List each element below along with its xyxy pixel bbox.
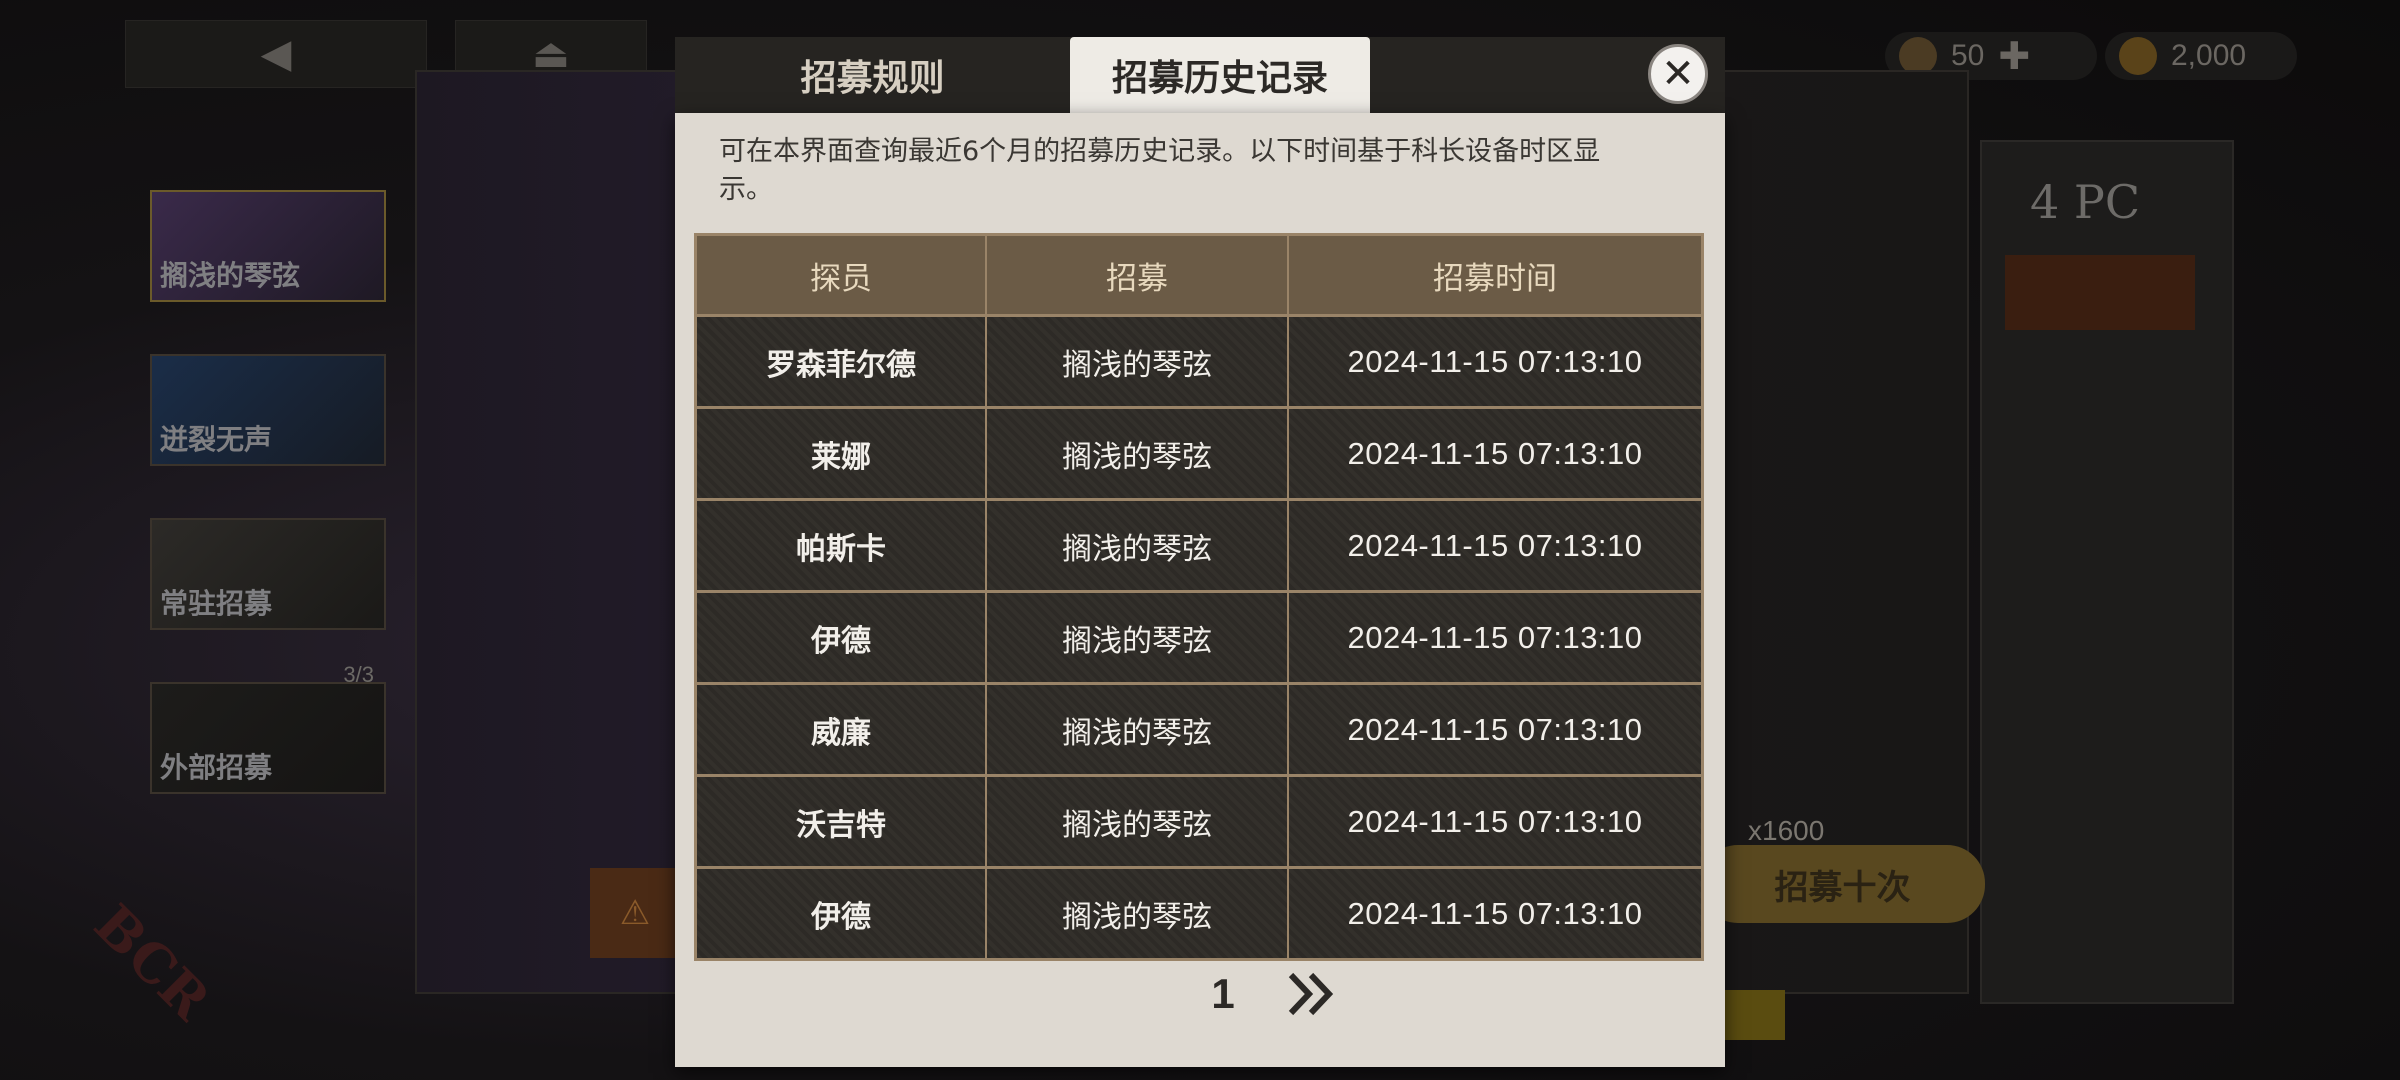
banner-label: 外部招募 bbox=[160, 751, 273, 784]
cell-agent: 伊德 bbox=[697, 593, 987, 682]
banner-label: 迸裂无声 bbox=[160, 423, 273, 456]
pagination: 1 bbox=[675, 961, 1725, 1027]
cell-agent: 伊德 bbox=[697, 869, 987, 958]
pull-ten-button[interactable]: 招募十次 bbox=[1700, 845, 1985, 923]
cell-agent: 罗森菲尔德 bbox=[697, 317, 987, 406]
tab-recruit-rules[interactable]: 招募规则 bbox=[675, 37, 1070, 113]
back-arrow-icon: ◀ bbox=[260, 31, 292, 77]
cell-pool: 搁浅的琴弦 bbox=[987, 685, 1289, 774]
cell-agent: 沃吉特 bbox=[697, 777, 987, 866]
cell-time: 2024-11-15 07:13:10 bbox=[1347, 895, 1643, 931]
tab-bar: 招募规则 招募历史记录 ✕ bbox=[675, 37, 1725, 113]
banner-item-standard[interactable]: 常驻招募 bbox=[150, 518, 386, 630]
table-header: 探员 招募 招募时间 bbox=[697, 236, 1701, 317]
banner-label: 常驻招募 bbox=[160, 587, 273, 620]
currency-amount: 2,000 bbox=[2171, 39, 2247, 72]
double-chevron-right-icon bbox=[1288, 972, 1334, 1016]
history-panel: 可在本界面查询最近6个月的招募历史记录。以下时间基于科长设备时区显示。 探员 招… bbox=[675, 113, 1725, 1067]
banner-label: 搁浅的琴弦 bbox=[160, 259, 301, 292]
table-row: 罗森菲尔德 搁浅的琴弦 2024-11-15 07:13:10 bbox=[697, 317, 1701, 409]
table-row: 莱娜 搁浅的琴弦 2024-11-15 07:13:10 bbox=[697, 409, 1701, 501]
cell-agent: 莱娜 bbox=[697, 409, 987, 498]
history-table: 探员 招募 招募时间 罗森菲尔德 搁浅的琴弦 2024-11-15 07:13:… bbox=[694, 233, 1704, 961]
cell-time: 2024-11-15 07:13:10 bbox=[1347, 803, 1643, 839]
cell-time: 2024-11-15 07:13:10 bbox=[1347, 343, 1643, 379]
close-button[interactable]: ✕ bbox=[1648, 44, 1708, 104]
table-row: 伊德 搁浅的琴弦 2024-11-15 07:13:10 bbox=[697, 593, 1701, 685]
yellow-sticker bbox=[1725, 990, 1785, 1040]
cell-pool: 搁浅的琴弦 bbox=[987, 869, 1289, 958]
banner-count: 3/3 bbox=[343, 662, 374, 687]
cell-agent: 威廉 bbox=[697, 685, 987, 774]
add-currency-button[interactable]: ✚ bbox=[1998, 34, 2030, 79]
warning-icon: ⚠ bbox=[590, 868, 680, 958]
currency-gold: 2,000 bbox=[2105, 32, 2297, 80]
barcode-tag bbox=[2005, 255, 2195, 330]
table-row: 沃吉特 搁浅的琴弦 2024-11-15 07:13:10 bbox=[697, 777, 1701, 869]
header-recruit: 招募 bbox=[987, 236, 1289, 314]
back-button[interactable]: ◀ bbox=[125, 20, 427, 88]
pull-cost: x1600 bbox=[1748, 815, 1825, 846]
cell-pool: 搁浅的琴弦 bbox=[987, 409, 1289, 498]
banner-item-silent-burst[interactable]: 迸裂无声 bbox=[150, 354, 386, 466]
cell-time: 2024-11-15 07:13:10 bbox=[1347, 619, 1643, 655]
banner-item-external[interactable]: 3/3 外部招募 bbox=[150, 662, 386, 794]
header-recruit-time: 招募时间 bbox=[1433, 260, 1557, 297]
recruit-history-dialog: 招募规则 招募历史记录 ✕ 可在本界面查询最近6个月的招募历史记录。以下时间基于… bbox=[675, 37, 1725, 1067]
current-page: 1 bbox=[1211, 970, 1235, 1017]
banner-item-stranded-strings[interactable]: 搁浅的琴弦 bbox=[150, 190, 386, 302]
gold-coin-icon bbox=[2119, 37, 2157, 75]
header-agent: 探员 bbox=[697, 236, 987, 314]
table-row: 帕斯卡 搁浅的琴弦 2024-11-15 07:13:10 bbox=[697, 501, 1701, 593]
card-id: 4 PC bbox=[2030, 175, 2141, 229]
close-icon: ✕ bbox=[1661, 51, 1695, 97]
cell-time: 2024-11-15 07:13:10 bbox=[1347, 435, 1643, 471]
cell-pool: 搁浅的琴弦 bbox=[987, 777, 1289, 866]
table-row: 伊德 搁浅的琴弦 2024-11-15 07:13:10 bbox=[697, 869, 1701, 958]
banner-list: 搁浅的琴弦 迸裂无声 常驻招募 3/3 外部招募 bbox=[150, 190, 386, 846]
cell-agent: 帕斯卡 bbox=[697, 501, 987, 590]
cell-pool: 搁浅的琴弦 bbox=[987, 593, 1289, 682]
currency-amount: 50 bbox=[1951, 39, 1985, 72]
next-page-button[interactable] bbox=[1283, 967, 1343, 1021]
cell-time: 2024-11-15 07:13:10 bbox=[1347, 711, 1643, 747]
cell-pool: 搁浅的琴弦 bbox=[987, 317, 1289, 406]
cell-pool: 搁浅的琴弦 bbox=[987, 501, 1289, 590]
history-notice: 可在本界面查询最近6个月的招募历史记录。以下时间基于科长设备时区显示。 bbox=[719, 136, 1601, 205]
tab-recruit-history[interactable]: 招募历史记录 bbox=[1070, 37, 1370, 113]
table-row: 威廉 搁浅的琴弦 2024-11-15 07:13:10 bbox=[697, 685, 1701, 777]
cell-time: 2024-11-15 07:13:10 bbox=[1347, 527, 1643, 563]
